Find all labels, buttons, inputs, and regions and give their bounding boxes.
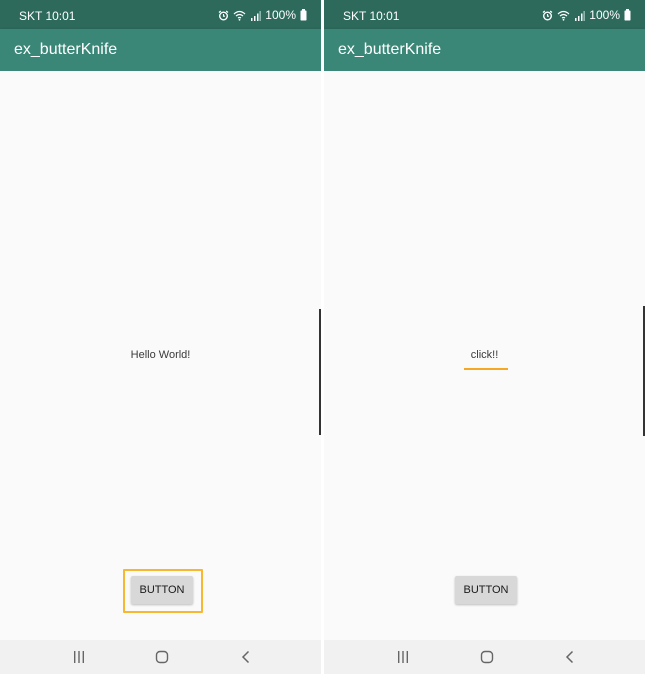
battery-percent: 100%: [265, 8, 296, 22]
signal-icon: [251, 10, 262, 21]
recents-button[interactable]: [71, 649, 87, 665]
wifi-icon: [557, 10, 570, 21]
app-bar: ex_butterKnife: [324, 29, 645, 71]
status-icons: 100%: [218, 8, 307, 22]
navigation-bar: [324, 640, 645, 674]
status-time: SKT 10:01: [343, 9, 400, 23]
app-title: ex_butterKnife: [14, 41, 118, 58]
battery-icon: [624, 9, 631, 21]
home-icon: [480, 650, 494, 664]
back-icon: [241, 650, 250, 664]
status-bar: SKT 10:01 100%: [324, 0, 645, 29]
app-title: ex_butterKnife: [338, 41, 442, 58]
home-button[interactable]: [154, 649, 170, 665]
home-icon: [155, 650, 169, 664]
recents-icon: [74, 651, 84, 663]
back-button[interactable]: [562, 649, 578, 665]
signal-icon: [575, 10, 586, 21]
action-button[interactable]: BUTTON: [131, 576, 193, 604]
home-button[interactable]: [479, 649, 495, 665]
phone-screen-before: SKT 10:01 100% ex_butterKnife Hello Worl…: [0, 0, 321, 674]
recents-icon: [398, 651, 408, 663]
main-content: click!! BUTTON: [324, 71, 645, 640]
click-text: click!!: [470, 349, 499, 361]
hello-text: Hello World!: [130, 349, 191, 361]
battery-icon: [300, 9, 307, 21]
alarm-icon: [542, 10, 553, 20]
alarm-icon: [218, 10, 229, 20]
back-button[interactable]: [238, 649, 254, 665]
text-underline-highlight: [464, 368, 508, 370]
phone-screen-after: SKT 10:01 100% ex_butterKnife click!! BU…: [324, 0, 645, 674]
wifi-icon: [233, 10, 246, 21]
battery-percent: 100%: [589, 8, 620, 22]
action-button[interactable]: BUTTON: [455, 576, 517, 604]
navigation-bar: [0, 640, 321, 674]
status-bar: SKT 10:01 100%: [0, 0, 321, 29]
recents-button[interactable]: [395, 649, 411, 665]
status-icons: 100%: [542, 8, 631, 22]
app-bar: ex_butterKnife: [0, 29, 321, 71]
back-icon: [565, 650, 574, 664]
main-content: Hello World! BUTTON: [0, 71, 321, 640]
status-time: SKT 10:01: [19, 9, 76, 23]
